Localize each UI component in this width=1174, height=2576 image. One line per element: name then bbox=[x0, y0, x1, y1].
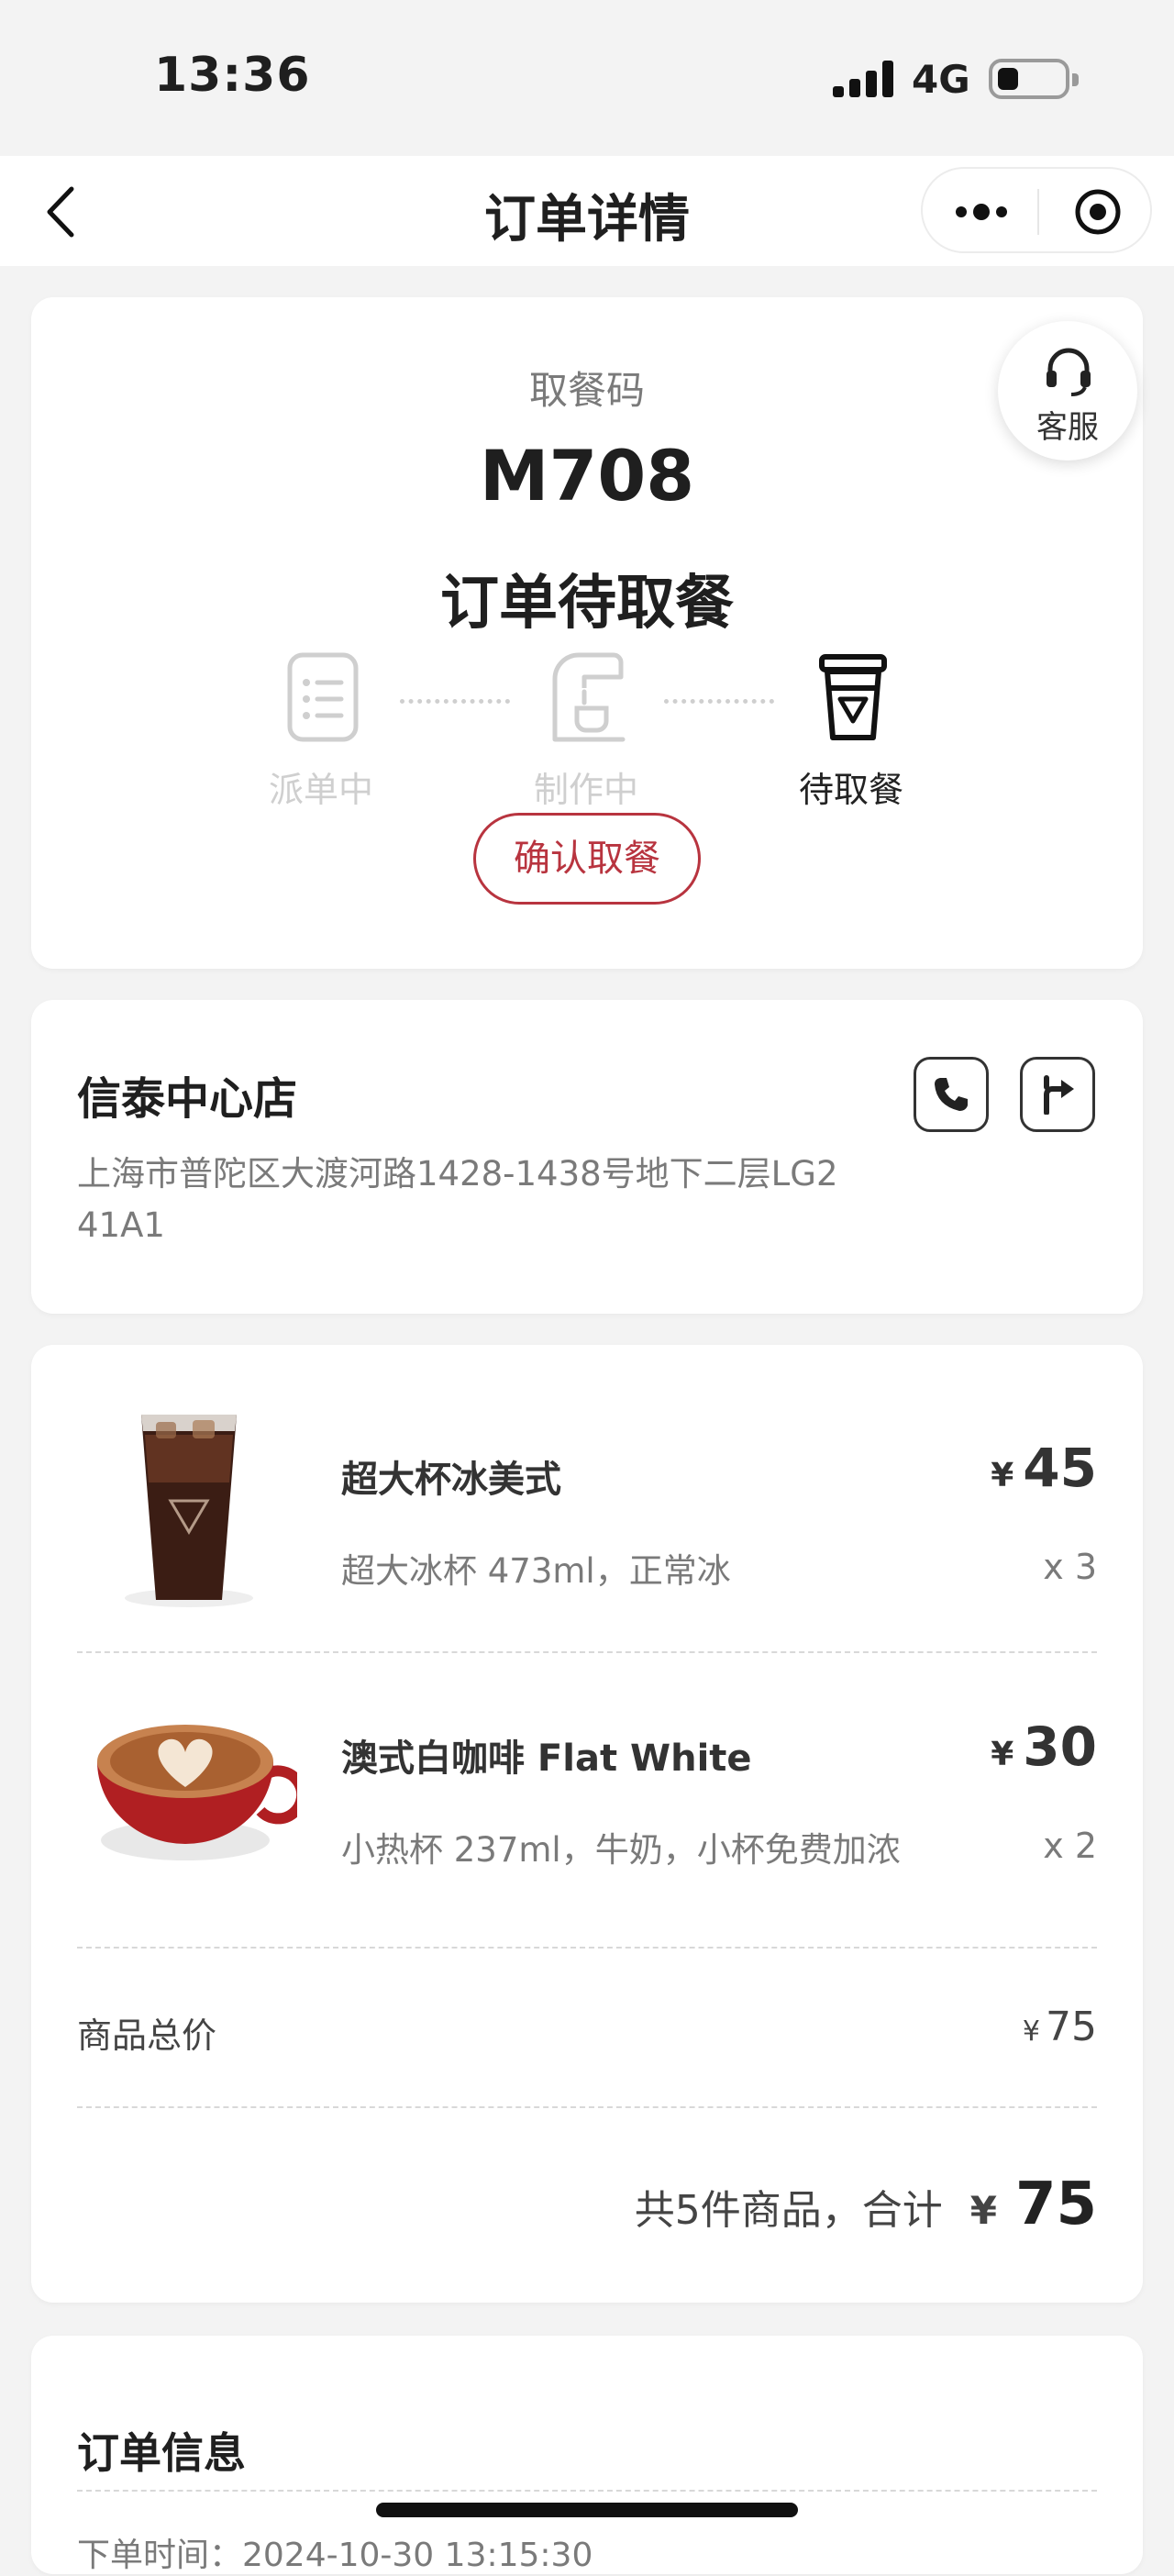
order-info-card: 订单信息 下单时间：2024-10-30 13:15:30 bbox=[31, 2336, 1143, 2574]
confirm-pickup-button[interactable]: 确认取餐 bbox=[473, 813, 701, 905]
signal-icon bbox=[833, 61, 895, 97]
pickup-code: M708 bbox=[479, 435, 695, 516]
capsule-divider bbox=[1037, 189, 1039, 235]
total-amount: 75 bbox=[1014, 2171, 1097, 2238]
network-type: 4G bbox=[912, 57, 970, 102]
divider bbox=[77, 1947, 1097, 1949]
customer-service-button[interactable]: 客服 bbox=[998, 321, 1137, 461]
item-spec: 超大冰杯 473ml，正常冰 bbox=[341, 1551, 731, 1591]
item-quantity: x 2 bbox=[1043, 1826, 1097, 1866]
battery-icon bbox=[989, 59, 1079, 99]
phone-icon bbox=[935, 1078, 968, 1111]
divider bbox=[77, 1651, 1097, 1653]
currency-symbol: ¥ bbox=[1022, 2015, 1040, 2048]
subtotal-value: ¥75 bbox=[1023, 2004, 1097, 2050]
call-store-button[interactable] bbox=[914, 1057, 989, 1132]
status-time: 13:36 bbox=[154, 48, 311, 103]
order-time-row: 下单时间：2024-10-30 13:15:30 bbox=[77, 2537, 593, 2574]
capsule-close-icon[interactable] bbox=[1073, 187, 1123, 237]
currency-symbol: ¥ bbox=[991, 1736, 1014, 1773]
subtotal-label: 商品总价 bbox=[77, 2015, 217, 2056]
currency-symbol: ¥ bbox=[969, 2188, 997, 2233]
store-card: 信泰中心店 上海市普陀区大渡河路1428-1438号地下二层LG2 41A1 bbox=[31, 1000, 1143, 1314]
step-dispatching: 派单中 bbox=[229, 651, 413, 835]
more-dots-icon[interactable] bbox=[952, 196, 1011, 228]
item-name: 超大杯冰美式 bbox=[341, 1459, 561, 1501]
total-text: 共5件商品，合计 bbox=[634, 2187, 943, 2234]
coffee-machine-icon bbox=[552, 652, 626, 742]
mini-program-capsule bbox=[921, 167, 1152, 253]
step-connector bbox=[664, 699, 774, 704]
divider bbox=[77, 2106, 1097, 2108]
store-address: 上海市普陀区大渡河路1428-1438号地下二层LG2 41A1 bbox=[77, 1154, 838, 1245]
status-bar: 13:36 4G bbox=[0, 0, 1174, 156]
list-item[interactable]: 超大杯冰美式 超大冰杯 473ml，正常冰 ¥45 x 3 bbox=[31, 1394, 1143, 1670]
headset-icon bbox=[1047, 348, 1091, 396]
cup-icon bbox=[819, 654, 887, 740]
navigate-store-button[interactable] bbox=[1020, 1057, 1095, 1132]
step-label: 待取餐 bbox=[798, 770, 903, 810]
directions-icon bbox=[1044, 1075, 1074, 1115]
step-making: 制作中 bbox=[494, 651, 678, 835]
subtotal-amount: 75 bbox=[1046, 2004, 1097, 2050]
list-item[interactable]: 澳式白咖啡 Flat White 小热杯 237ml，牛奶，小杯免费加浓 ¥30… bbox=[31, 1673, 1143, 1949]
order-list-icon bbox=[287, 652, 359, 742]
item-name: 澳式白咖啡 Flat White bbox=[341, 1738, 752, 1780]
step-label: 制作中 bbox=[533, 770, 638, 810]
customer-service-label: 客服 bbox=[1036, 409, 1099, 446]
item-spec: 小热杯 237ml，牛奶，小杯免费加浓 bbox=[341, 1830, 901, 1870]
divider bbox=[77, 2490, 1097, 2492]
order-status-title: 订单待取餐 bbox=[440, 570, 734, 638]
pickup-code-label: 取餐码 bbox=[528, 368, 645, 413]
price-value: 45 bbox=[1023, 1437, 1097, 1499]
price-value: 30 bbox=[1023, 1715, 1097, 1778]
step-label: 派单中 bbox=[268, 770, 373, 810]
store-name: 信泰中心店 bbox=[77, 1073, 298, 1125]
item-price: ¥45 bbox=[991, 1437, 1097, 1499]
item-quantity: x 3 bbox=[1043, 1547, 1097, 1587]
step-ready-pickup: 待取餐 bbox=[759, 651, 943, 835]
order-total: 共5件商品，合计 ¥75 bbox=[635, 2171, 1097, 2238]
item-price: ¥30 bbox=[991, 1715, 1097, 1778]
currency-symbol: ¥ bbox=[991, 1457, 1014, 1494]
order-items-card: 超大杯冰美式 超大冰杯 473ml，正常冰 ¥45 x 3 澳式白咖啡 Flat… bbox=[31, 1345, 1143, 2303]
nav-bar: 订单详情 bbox=[0, 156, 1174, 266]
step-connector bbox=[400, 699, 510, 704]
iced-americano-image bbox=[125, 1415, 253, 1607]
flat-white-image bbox=[97, 1725, 297, 1860]
home-indicator bbox=[376, 2503, 798, 2517]
order-status-card: 取餐码 M708 订单待取餐 客服 派单中 制作中 待取餐 确认取餐 bbox=[31, 297, 1143, 969]
order-info-title: 订单信息 bbox=[77, 2428, 246, 2478]
